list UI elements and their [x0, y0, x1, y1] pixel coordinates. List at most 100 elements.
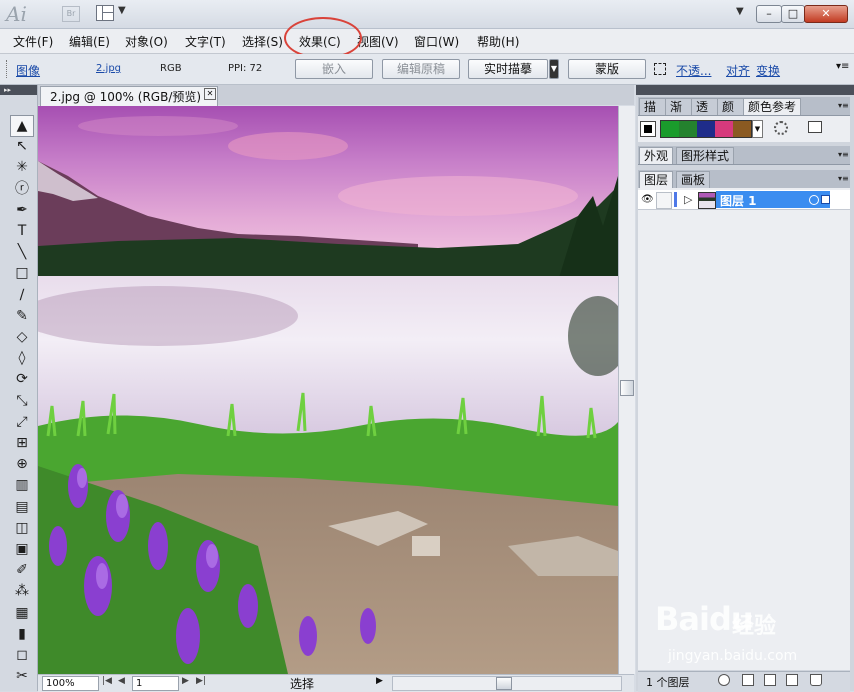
panel-dock-header[interactable]: [636, 85, 854, 95]
new-sublayer-icon[interactable]: [764, 674, 776, 686]
close-window-button[interactable]: ✕: [804, 5, 848, 23]
maximize-button[interactable]: □: [781, 5, 805, 23]
harmony-swatch[interactable]: [733, 121, 751, 137]
menu-view[interactable]: 视图(V): [357, 33, 399, 50]
lock-toggle[interactable]: [656, 192, 672, 209]
file-name-link[interactable]: 2.jpg: [96, 63, 121, 74]
appearance-panel-menu-icon[interactable]: ▾≡: [838, 150, 849, 159]
menu-window[interactable]: 窗口(W): [414, 33, 459, 50]
target-icon[interactable]: [809, 195, 819, 205]
harmony-rules-dropdown[interactable]: ▼: [752, 120, 763, 138]
harmony-swatch[interactable]: [697, 121, 715, 137]
direct-selection-tool-icon[interactable]: ↖: [11, 136, 33, 156]
clipping-mask-icon[interactable]: [742, 674, 754, 686]
last-artboard-icon[interactable]: ▶|: [196, 676, 206, 686]
harmony-swatch[interactable]: [679, 121, 697, 137]
harmony-swatch[interactable]: [715, 121, 733, 137]
minimize-button[interactable]: –: [756, 5, 782, 23]
perspective-grid-tool-icon[interactable]: ▥: [11, 475, 33, 495]
pencil-tool-icon[interactable]: ✎: [11, 306, 33, 326]
zoom-select[interactable]: 100%: [42, 676, 99, 691]
save-color-group-icon[interactable]: [808, 121, 822, 133]
eye-icon[interactable]: 👁: [641, 194, 654, 205]
prev-artboard-icon[interactable]: ◀: [118, 676, 125, 686]
rotate-tool-icon[interactable]: ⟳: [11, 369, 33, 389]
transform-link[interactable]: 变换: [756, 62, 780, 79]
selection-tool-icon[interactable]: ▲: [10, 115, 34, 137]
artboard-tool-icon[interactable]: ▮: [11, 624, 33, 644]
tab-transparency[interactable]: 透明: [691, 98, 719, 115]
tab-artboards[interactable]: 画板: [676, 171, 711, 188]
status-menu-icon[interactable]: ▶: [376, 676, 383, 686]
arrange-documents-icon[interactable]: [96, 5, 114, 21]
tools-panel-header[interactable]: ▸▸: [0, 85, 37, 95]
blob-brush-tool-icon[interactable]: ◇: [11, 327, 33, 347]
paintbrush-tool-icon[interactable]: ∕: [11, 285, 33, 305]
first-artboard-icon[interactable]: |◀: [102, 676, 112, 686]
next-artboard-icon[interactable]: ▶: [182, 676, 189, 686]
selection-indicator-icon[interactable]: [821, 195, 830, 204]
opacity-link[interactable]: 不透...: [676, 62, 711, 79]
free-transform-tool-icon[interactable]: ⊞: [11, 433, 33, 453]
selection-bounds-icon[interactable]: [654, 63, 666, 75]
type-tool-icon[interactable]: T: [11, 221, 33, 241]
embed-button[interactable]: 嵌入: [295, 59, 373, 79]
mesh-tool-icon[interactable]: ▤: [11, 497, 33, 517]
shape-builder-tool-icon[interactable]: ⊕: [11, 454, 33, 474]
live-trace-button[interactable]: 实时描摹: [468, 59, 548, 79]
expand-triangle-icon[interactable]: ▷: [684, 193, 692, 206]
column-graph-tool-icon[interactable]: ▦: [11, 603, 33, 623]
eraser-tool-icon[interactable]: ◊: [11, 348, 33, 368]
vertical-scroll-thumb[interactable]: [620, 380, 634, 396]
menu-select[interactable]: 选择(S): [242, 33, 283, 50]
menu-help[interactable]: 帮助(H): [477, 33, 519, 50]
menu-edit[interactable]: 编辑(E): [69, 33, 110, 50]
status-tool-label[interactable]: 选择: [290, 675, 314, 692]
trace-options-dropdown[interactable]: ▼: [549, 59, 559, 79]
workspace-dropdown-icon[interactable]: ▼: [736, 6, 744, 17]
color-panel-menu-icon[interactable]: ▾≡: [838, 101, 849, 110]
line-tool-icon[interactable]: ╲: [11, 242, 33, 262]
harmony-swatch-strip[interactable]: [660, 120, 752, 138]
tab-gradient[interactable]: 渐变: [665, 98, 693, 115]
slice-tool-icon[interactable]: ◻: [11, 645, 33, 665]
tab-color-guide[interactable]: 颜色参考: [743, 98, 802, 115]
control-bar-menu-icon[interactable]: ▾≡: [836, 61, 849, 72]
layer-name[interactable]: 图层 1: [720, 192, 757, 209]
tab-color[interactable]: 颜色: [717, 98, 745, 115]
artboard-number-select[interactable]: 1: [132, 676, 179, 691]
harmony-swatch[interactable]: [661, 121, 679, 137]
base-color-swatch[interactable]: [640, 121, 656, 137]
blend-tool-icon[interactable]: ✐: [11, 560, 33, 580]
scissors-tool-icon[interactable]: ✂: [11, 666, 33, 686]
artboard-canvas[interactable]: [38, 106, 618, 674]
trash-icon[interactable]: [810, 674, 822, 686]
arrange-dropdown-icon[interactable]: ▼: [118, 5, 126, 16]
tab-appearance[interactable]: 外观: [639, 147, 674, 164]
menu-type[interactable]: 文字(T): [185, 33, 226, 50]
bridge-button[interactable]: Br: [62, 6, 80, 22]
image-link[interactable]: 图像: [16, 62, 40, 79]
warp-tool-icon[interactable]: ⤢: [11, 412, 33, 432]
mask-button[interactable]: 蒙版: [568, 59, 646, 79]
scale-tool-icon[interactable]: ⤡: [11, 391, 33, 411]
symbol-sprayer-tool-icon[interactable]: ⁂: [11, 581, 33, 601]
magic-wand-tool-icon[interactable]: ✳: [11, 157, 33, 177]
control-bar-grip[interactable]: [6, 60, 10, 78]
tab-stroke[interactable]: 描边: [639, 98, 667, 115]
eyedropper-tool-icon[interactable]: ▣: [11, 539, 33, 559]
locate-object-icon[interactable]: [718, 674, 730, 686]
align-link[interactable]: 对齐: [726, 62, 750, 79]
edit-original-button[interactable]: 编辑原稿: [382, 59, 460, 79]
horizontal-scroll-thumb[interactable]: [496, 677, 512, 690]
pen-tool-icon[interactable]: ✒: [11, 200, 33, 220]
lasso-tool-icon[interactable]: ⓡ: [11, 179, 33, 199]
tab-layers[interactable]: 图层: [639, 171, 674, 188]
edit-colors-icon[interactable]: [774, 121, 788, 135]
tab-graphic-styles[interactable]: 图形样式: [676, 147, 735, 164]
layers-panel-menu-icon[interactable]: ▾≡: [838, 174, 849, 183]
close-document-icon[interactable]: ✕: [204, 88, 216, 100]
gradient-tool-icon[interactable]: ◫: [11, 518, 33, 538]
menu-object[interactable]: 对象(O): [125, 33, 168, 50]
new-layer-icon[interactable]: [786, 674, 798, 686]
